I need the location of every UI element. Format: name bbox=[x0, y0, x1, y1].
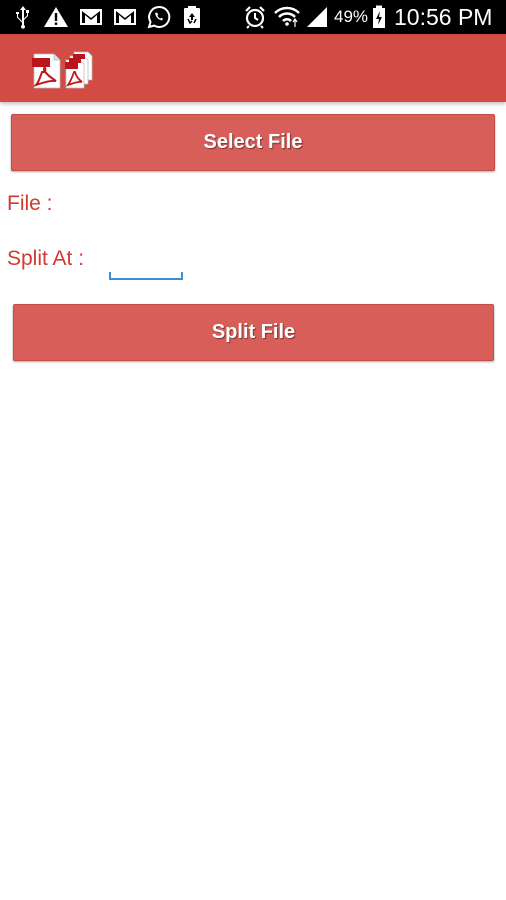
split-at-input[interactable] bbox=[109, 248, 183, 280]
usb-icon bbox=[12, 4, 34, 30]
wifi-icon bbox=[272, 4, 302, 30]
pdf-split-logo bbox=[30, 50, 94, 90]
split-at-label: Split At : bbox=[7, 247, 85, 270]
status-bar: 49% 10:56 PM bbox=[0, 0, 506, 34]
signal-icon bbox=[304, 4, 330, 30]
input-right-tick bbox=[181, 272, 183, 278]
battery-icon bbox=[370, 4, 388, 30]
status-time: 10:56 PM bbox=[394, 3, 493, 30]
recycle-icon bbox=[180, 4, 204, 30]
whatsapp-icon bbox=[145, 4, 173, 30]
gmail-icon bbox=[78, 4, 104, 30]
select-file-button[interactable]: Select File bbox=[11, 114, 495, 171]
gmail-icon bbox=[112, 4, 138, 30]
battery-percent: 49% bbox=[334, 7, 369, 26]
warning-icon bbox=[42, 4, 70, 30]
split-file-button[interactable]: Split File bbox=[13, 304, 494, 361]
input-left-tick bbox=[109, 272, 111, 278]
alarm-icon bbox=[242, 4, 268, 30]
file-label: File : bbox=[7, 192, 53, 215]
